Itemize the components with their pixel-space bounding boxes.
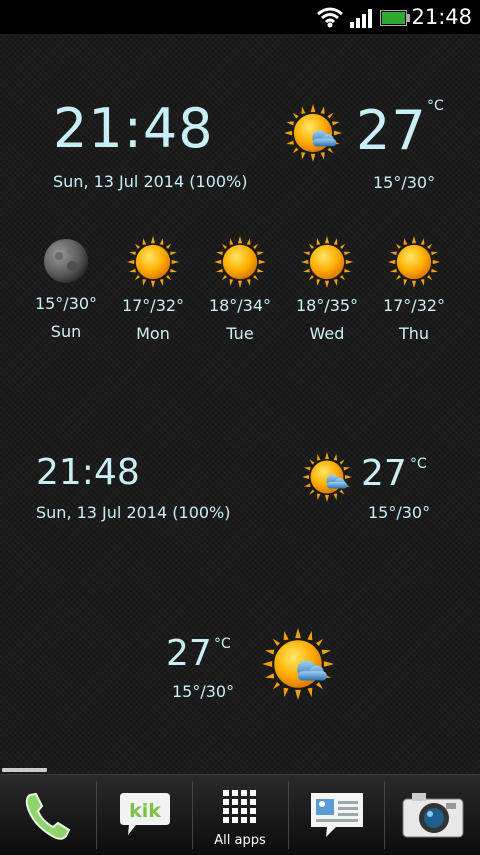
- all-apps-label: All apps: [214, 833, 266, 848]
- forecast-range: 18°/34°: [208, 296, 272, 315]
- forecast-range: 17°/32°: [121, 296, 185, 315]
- widget-range: 15°/30°: [373, 173, 436, 192]
- widget-date: Sun, 13 Jul 2014 (100%): [36, 503, 231, 522]
- forecast-day: Thu: [398, 324, 430, 343]
- widget-time: 21:48: [36, 452, 140, 493]
- battery-icon: [380, 10, 410, 26]
- status-time: 21:48: [411, 5, 472, 29]
- forecast-day-wed: 18°/35° Wed: [287, 236, 367, 344]
- widget-unit: °C: [214, 636, 231, 652]
- messages-icon: [311, 793, 363, 837]
- forecast-day-mon: 17°/32° Mon: [113, 236, 193, 344]
- forecast-day-thu: 17°/32° Thu: [374, 236, 454, 344]
- widget-time: 21:48: [53, 97, 214, 160]
- forecast-day: Tue: [226, 324, 254, 343]
- camera-button[interactable]: [384, 775, 480, 855]
- kik-button[interactable]: kik: [96, 775, 192, 855]
- widget-unit: °C: [427, 98, 444, 114]
- widget-unit: °C: [410, 456, 427, 472]
- forecast-day-sun: 15°/30° Sun: [26, 236, 106, 342]
- date-text: Sun, 13 Jul 2014: [36, 503, 168, 522]
- phone-icon: [25, 792, 71, 840]
- battery-text: (100%): [172, 503, 231, 522]
- sun-cloud-icon: [262, 628, 334, 700]
- forecast-day: Wed: [309, 324, 345, 343]
- forecast-range: 17°/32°: [382, 296, 446, 315]
- signal-icon: [350, 9, 372, 28]
- sun-icon: [388, 236, 440, 288]
- sun-icon: [301, 236, 353, 288]
- all-apps-icon: [223, 790, 256, 823]
- sun-icon: [127, 236, 179, 288]
- sun-cloud-icon: [284, 104, 342, 162]
- widget-temp: 27: [356, 99, 427, 162]
- wifi-icon: [317, 7, 343, 28]
- moon-icon: [44, 239, 88, 283]
- forecast-day: Mon: [136, 324, 170, 343]
- battery-text: (100%): [189, 172, 248, 191]
- dock: kik All apps: [0, 774, 480, 855]
- sun-cloud-icon: [302, 452, 352, 502]
- page-indicator: [2, 768, 47, 772]
- date-text: Sun, 13 Jul 2014: [53, 172, 185, 191]
- all-apps-button[interactable]: All apps: [192, 775, 288, 855]
- widget-temp: 27: [361, 453, 407, 494]
- widget-range: 15°/30°: [172, 682, 235, 701]
- phone-button[interactable]: [0, 775, 96, 855]
- status-bar: 21:48: [0, 0, 480, 34]
- sun-icon: [214, 236, 266, 288]
- kik-logo-text: kik: [129, 800, 161, 822]
- kik-icon: kik: [120, 793, 170, 835]
- camera-icon: [402, 793, 464, 838]
- widget-temp: 27: [166, 633, 212, 674]
- widget-date: Sun, 13 Jul 2014 (100%): [53, 172, 248, 191]
- forecast-day-tue: 18°/34° Tue: [200, 236, 280, 344]
- forecast-range: 15°/30°: [34, 294, 98, 313]
- messages-button[interactable]: [288, 775, 384, 855]
- forecast-range: 18°/35°: [295, 296, 359, 315]
- widget-range: 15°/30°: [368, 503, 431, 522]
- forecast-day: Sun: [50, 322, 82, 341]
